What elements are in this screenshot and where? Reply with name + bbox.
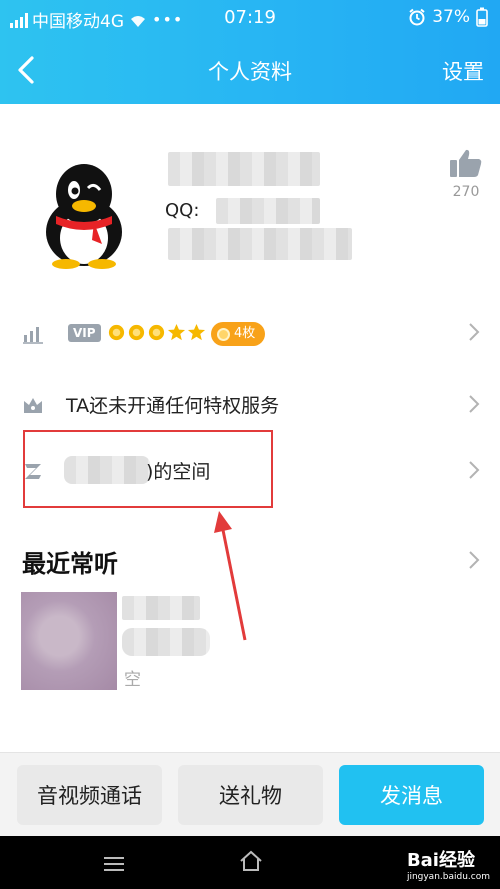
crown-icon [108,324,125,341]
crown-level [107,323,206,342]
vip-label: VIP [68,324,101,342]
vip-row[interactable]: VIP 4枚 [0,304,500,360]
signature-redacted [168,228,352,260]
settings-button[interactable]: 设置 [442,56,484,86]
watermark-url: jingyan.baidu.com [406,872,490,882]
coin-icon [217,327,230,341]
battery-percent: 37% [432,7,470,27]
crown-icon [128,324,145,341]
recent-empty-text: 空 [124,670,141,690]
chevron-right-icon[interactable] [468,550,480,570]
privilege-text: TA还未开通任何特权服务 [66,395,280,417]
alarm-icon [409,8,425,26]
home-icon[interactable] [238,848,264,874]
star-icon [167,323,186,341]
nickname-redacted [168,152,320,186]
like-counter[interactable]: 270 [446,148,486,200]
crown-icon [148,324,165,341]
penguin-avatar-icon[interactable] [36,160,132,270]
thumbs-up-icon[interactable] [449,148,483,178]
badge-count-label: 4枚 [234,326,256,341]
qq-number-redacted [216,198,320,224]
annotation-arrow [214,511,247,641]
qq-label: QQ: [165,200,200,221]
album-cover[interactable] [21,592,117,690]
status-right: 37% [408,7,488,27]
chevron-right-icon [469,323,480,341]
action-bar: 音视频通话 送礼物 发消息 [0,752,500,836]
menu-icon[interactable] [103,856,125,872]
privilege-row[interactable]: TA还未开通任何特权服务 [0,376,500,432]
app-header: 中国移动4G ••• 07:19 37% 个人资料 设置 [0,0,500,104]
badge-count: 4枚 [211,322,266,346]
system-nav-bar: Bai经验 jingyan.baidu.com [0,836,500,889]
send-gift-button[interactable]: 送礼物 [178,765,323,825]
privilege-crown-icon [24,398,42,413]
level-chart-icon [23,327,43,344]
video-call-button[interactable]: 音视频通话 [17,765,162,825]
like-count: 270 [452,184,480,200]
chevron-right-icon [469,395,480,413]
battery-icon [476,7,488,27]
star-icon [187,323,206,341]
watermark: Bai经验 jingyan.baidu.com [407,846,490,882]
song-title-redacted [122,596,200,620]
nav-bar: 个人资料 设置 [0,40,500,100]
annotation-highlight-box [23,430,273,508]
status-bar: 中国移动4G ••• 07:19 37% [0,0,500,36]
page-title: 个人资料 [208,60,292,84]
watermark-brand: Bai经验 [406,850,475,871]
chevron-right-icon [469,461,480,479]
recent-section-title: 最近常听 [22,550,118,578]
song-artist-redacted [122,628,210,656]
send-message-button[interactable]: 发消息 [339,765,484,825]
